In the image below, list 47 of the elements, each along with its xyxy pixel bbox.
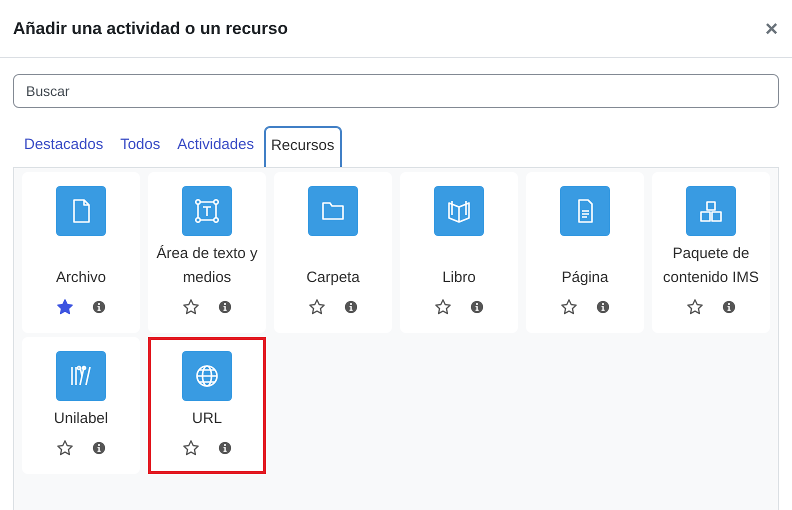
item-name: Unilabel bbox=[54, 409, 108, 429]
item-name: Libro bbox=[442, 268, 476, 288]
info-icon[interactable] bbox=[92, 441, 106, 455]
star-icon[interactable] bbox=[686, 298, 704, 316]
item-card[interactable]: Libro bbox=[400, 172, 518, 333]
star-icon[interactable] bbox=[560, 298, 578, 316]
item-card[interactable]: Paquete de contenido IMS bbox=[652, 172, 770, 333]
tools-icon bbox=[56, 351, 106, 401]
item-card[interactable]: Carpeta bbox=[274, 172, 392, 333]
tab[interactable]: Destacados bbox=[17, 126, 112, 167]
item-card[interactable]: Área de texto y medios bbox=[148, 172, 266, 333]
close-button[interactable]: × bbox=[761, 16, 782, 42]
item-name: Archivo bbox=[56, 268, 106, 288]
item-name: Área de texto y medios bbox=[156, 244, 258, 288]
item-name: Paquete de contenido IMS bbox=[662, 244, 760, 288]
star-icon[interactable] bbox=[56, 439, 74, 457]
folder-icon bbox=[308, 186, 358, 236]
info-icon[interactable] bbox=[344, 300, 358, 314]
tab[interactable]: Recursos bbox=[264, 126, 342, 167]
document-icon bbox=[56, 186, 106, 236]
item-card[interactable]: Página bbox=[526, 172, 644, 333]
item-name: Página bbox=[562, 268, 608, 288]
star-icon[interactable] bbox=[182, 439, 200, 457]
info-icon[interactable] bbox=[596, 300, 610, 314]
tab[interactable]: Todos bbox=[113, 126, 168, 167]
info-icon[interactable] bbox=[218, 441, 232, 455]
dialog-title: Añadir una actividad o un recurso bbox=[13, 18, 288, 38]
globe-icon bbox=[182, 351, 232, 401]
item-card[interactable]: URL bbox=[148, 337, 266, 474]
item-card[interactable]: Archivo bbox=[22, 172, 140, 333]
info-icon[interactable] bbox=[218, 300, 232, 314]
star-icon[interactable] bbox=[308, 298, 326, 316]
book-icon bbox=[434, 186, 484, 236]
info-icon[interactable] bbox=[722, 300, 736, 314]
item-card[interactable]: Unilabel bbox=[22, 337, 140, 474]
star-icon[interactable] bbox=[182, 298, 200, 316]
item-name: URL bbox=[192, 409, 222, 429]
page-icon bbox=[560, 186, 610, 236]
boxes-icon bbox=[686, 186, 736, 236]
info-icon[interactable] bbox=[92, 300, 106, 314]
tab[interactable]: Actividades bbox=[170, 126, 262, 167]
star-icon[interactable] bbox=[434, 298, 452, 316]
star-icon[interactable] bbox=[56, 298, 74, 316]
info-icon[interactable] bbox=[470, 300, 484, 314]
search-field[interactable]: Buscar bbox=[13, 74, 779, 108]
item-name: Carpeta bbox=[306, 268, 360, 288]
text-frame-icon bbox=[182, 186, 232, 236]
